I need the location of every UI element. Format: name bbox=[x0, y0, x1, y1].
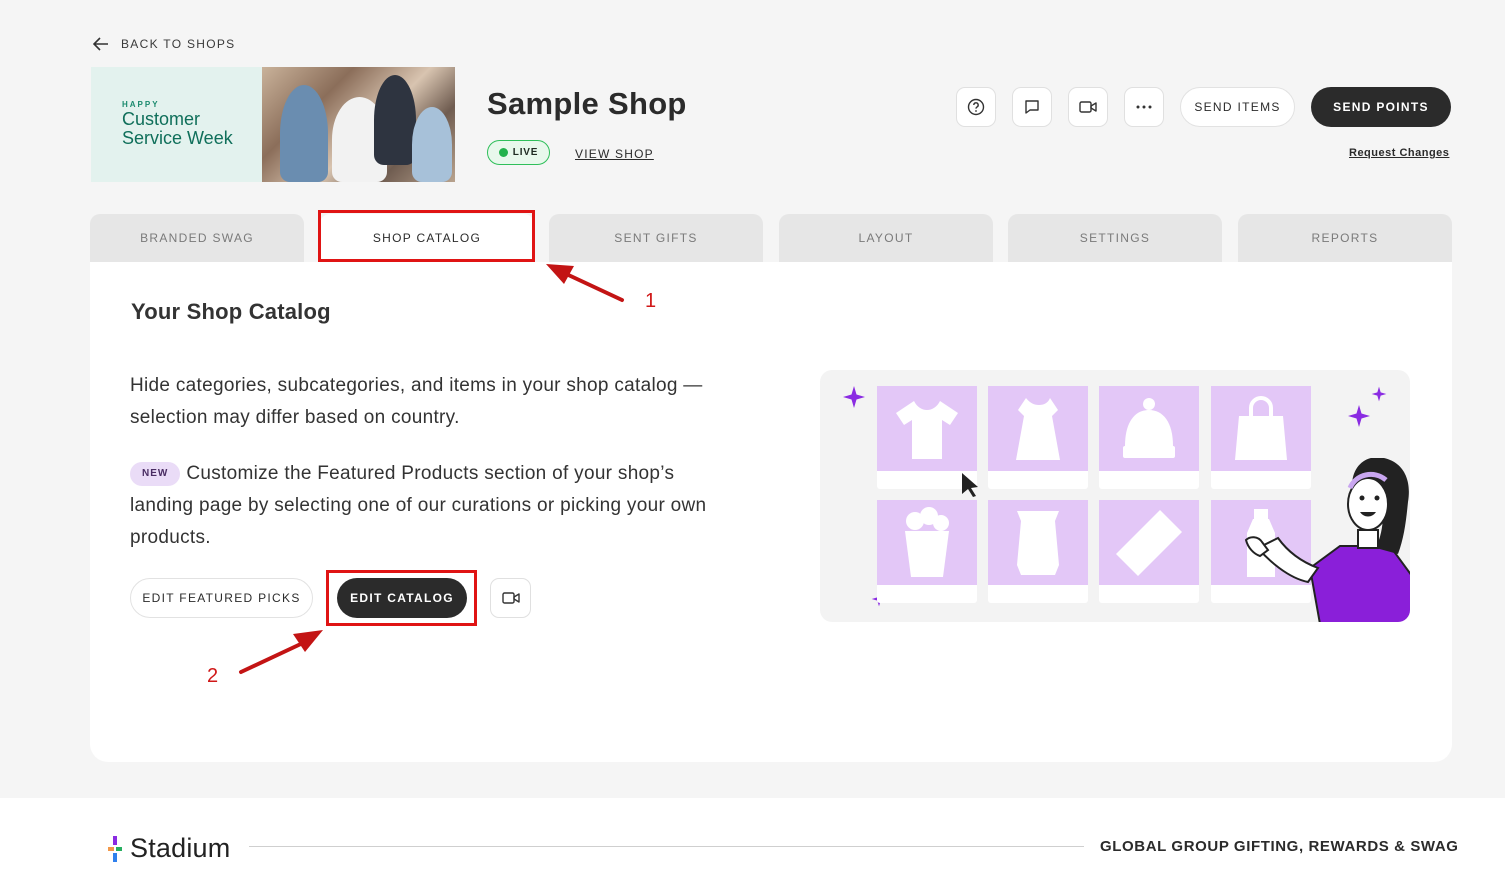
featured-description: NEW Customize the Featured Products secti… bbox=[130, 458, 730, 554]
popcorn-icon bbox=[905, 506, 949, 577]
sparkle-icon bbox=[1348, 405, 1370, 427]
sparkle-icon bbox=[1371, 386, 1387, 402]
candy-bar-icon bbox=[1116, 509, 1182, 576]
character-illustration bbox=[1244, 458, 1410, 622]
help-icon bbox=[967, 98, 985, 116]
beanie-icon bbox=[1123, 397, 1175, 458]
annotation-arrow-2 bbox=[239, 630, 323, 674]
footer-tagline: GLOBAL GROUP GIFTING, REWARDS & SWAG bbox=[1100, 838, 1459, 855]
new-badge: NEW bbox=[130, 462, 181, 486]
catalog-video-button[interactable] bbox=[490, 578, 531, 618]
live-dot-icon bbox=[498, 148, 508, 157]
tile-popcorn bbox=[877, 500, 977, 603]
stadium-logo-icon bbox=[108, 835, 122, 862]
cursor-icon bbox=[962, 473, 978, 497]
featured-text: Customize the Featured Products section … bbox=[130, 463, 707, 548]
status-label: LIVE bbox=[512, 147, 539, 158]
send-points-button[interactable]: SEND POINTS bbox=[1311, 87, 1451, 127]
annotation-step-2: 2 bbox=[207, 665, 219, 687]
annotation-step-1: 1 bbox=[645, 290, 657, 312]
status-badge: LIVE bbox=[487, 140, 550, 165]
annotation-arrow-1 bbox=[546, 264, 624, 302]
video-button[interactable] bbox=[1068, 87, 1108, 127]
back-label: BACK TO SHOPS bbox=[121, 37, 236, 51]
stadium-logo[interactable]: Stadium bbox=[108, 833, 230, 864]
help-button[interactable] bbox=[956, 87, 996, 127]
banner-line-2: Service Week bbox=[122, 128, 233, 148]
annotation-highlight-tab bbox=[318, 210, 535, 262]
chat-button[interactable] bbox=[1012, 87, 1052, 127]
tile-snack-bag bbox=[988, 500, 1088, 603]
catalog-title: Your Shop Catalog bbox=[131, 299, 331, 324]
tab-layout[interactable]: LAYOUT bbox=[779, 214, 993, 262]
edit-featured-picks-button[interactable]: EDIT FEATURED PICKS bbox=[130, 578, 313, 618]
back-to-shops-link[interactable]: BACK TO SHOPS bbox=[93, 37, 236, 51]
footer-divider bbox=[249, 846, 1084, 847]
tab-reports[interactable]: REPORTS bbox=[1238, 214, 1452, 262]
chat-icon bbox=[1025, 100, 1039, 114]
catalog-description: Hide categories, subcategories, and item… bbox=[130, 375, 703, 428]
banner-photo bbox=[262, 67, 455, 182]
request-changes-link[interactable]: Request Changes bbox=[1349, 147, 1449, 159]
shop-title: Sample Shop bbox=[487, 86, 687, 121]
bag-icon bbox=[1235, 395, 1287, 460]
tile-dress bbox=[988, 386, 1088, 489]
banner-small-text: HAPPY bbox=[122, 100, 160, 109]
dress-icon bbox=[1016, 397, 1060, 460]
sparkle-icon bbox=[843, 386, 865, 408]
send-items-button[interactable]: SEND ITEMS bbox=[1180, 87, 1295, 127]
view-shop-link[interactable]: VIEW SHOP bbox=[575, 147, 654, 161]
tab-settings[interactable]: SETTINGS bbox=[1008, 214, 1222, 262]
shop-banner: HAPPY Customer Service Week bbox=[91, 67, 455, 182]
annotation-highlight-edit-catalog bbox=[326, 570, 477, 626]
tile-candy-bar bbox=[1099, 500, 1199, 603]
more-icon bbox=[1136, 105, 1152, 109]
tab-branded-swag[interactable]: BRANDED SWAG bbox=[90, 214, 304, 262]
tile-beanie bbox=[1099, 386, 1199, 489]
catalog-illustration bbox=[820, 370, 1410, 622]
more-button[interactable] bbox=[1124, 87, 1164, 127]
video-icon bbox=[1079, 101, 1097, 113]
snack-bag-icon bbox=[1017, 510, 1059, 575]
tshirt-icon bbox=[896, 400, 958, 459]
tab-sent-gifts[interactable]: SENT GIFTS bbox=[549, 214, 763, 262]
banner-line-1: Customer bbox=[122, 109, 201, 129]
brand-name: Stadium bbox=[130, 833, 231, 863]
arrow-left-icon bbox=[93, 37, 108, 51]
video-icon bbox=[501, 592, 520, 604]
